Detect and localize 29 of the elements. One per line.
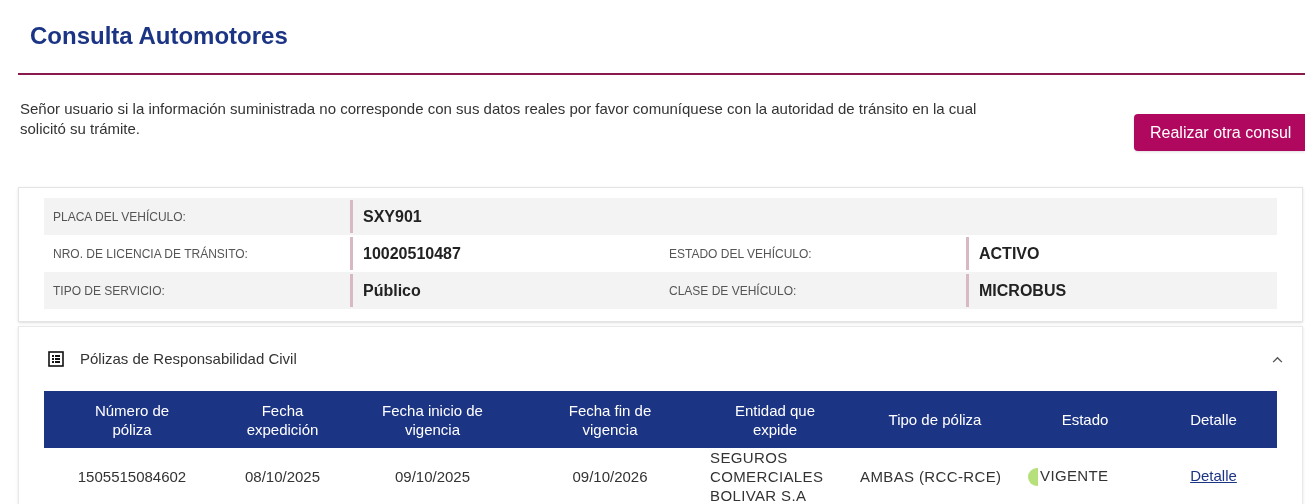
- column-header: Detalle: [1189, 410, 1238, 429]
- page-title: Consulta Automotores: [30, 21, 289, 51]
- field-label: TIPO DE SERVICIO:: [52, 282, 166, 300]
- field-value: MICROBUS: [966, 274, 1277, 307]
- column-header: Fecha inicio de vigencia: [381, 400, 484, 439]
- table-cell-text: 1505515084602: [76, 467, 188, 486]
- column-header: Fecha fin de vigencia: [567, 400, 653, 439]
- field-label: NRO. DE LICENCIA DE TRÁNSITO:: [52, 245, 249, 263]
- status-text: VIGENTE: [1040, 466, 1109, 487]
- column-header: Tipo de póliza: [887, 410, 983, 429]
- table-cell-text: AMBAS (RCC-RCE): [859, 467, 1003, 486]
- field-value: Público: [350, 274, 660, 307]
- chevron-up-icon[interactable]: [1271, 355, 1283, 363]
- column-header: Número de póliza: [93, 400, 171, 439]
- section-title: Pólizas de Responsabilidad Civil: [80, 348, 297, 369]
- table-cell-text: 09/10/2026: [571, 467, 649, 486]
- table-cell-text: SEGUROS COMERCIALES BOLIVAR S.A: [709, 448, 825, 504]
- list-icon: [48, 351, 64, 367]
- new-query-button[interactable]: Realizar otra consul: [1134, 114, 1305, 151]
- table-cell-text: 09/10/2025: [393, 467, 472, 486]
- notice-text: Señor usuario si la información suministrada no corresponde con sus datos reales por favor comuníquese con la autoridad de tránsito en la cual solicitó su trámite.: [20, 99, 978, 139]
- field-label: ESTADO DEL VEHÍCULO:: [668, 245, 813, 263]
- detail-link[interactable]: Detalle: [1190, 465, 1237, 488]
- column-header: Fecha expedición: [245, 400, 320, 439]
- column-header: Estado: [1060, 410, 1110, 429]
- column-header: Entidad que expide: [733, 400, 817, 439]
- field-label: PLACA DEL VEHÍCULO:: [52, 208, 187, 226]
- field-label: CLASE DE VEHÍCULO:: [668, 282, 798, 300]
- table-cell-text: 08/10/2025: [243, 467, 322, 486]
